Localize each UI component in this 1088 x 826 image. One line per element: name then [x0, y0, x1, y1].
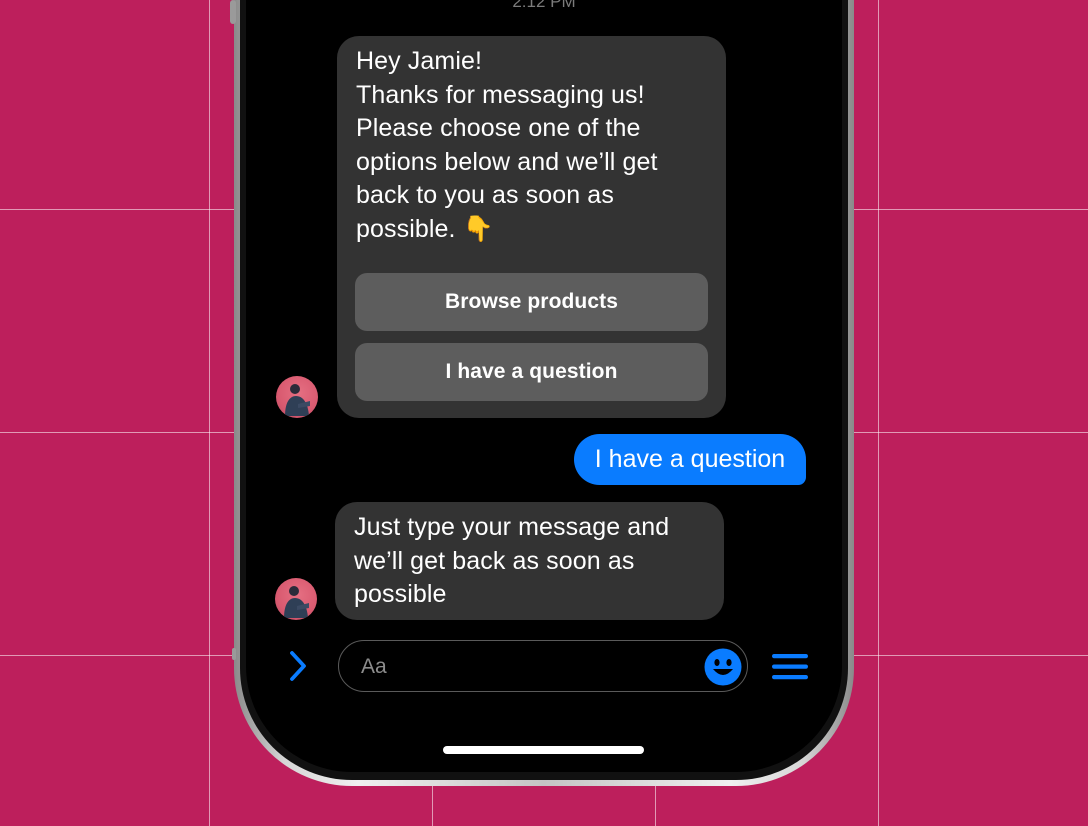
background-gridline — [209, 0, 210, 826]
menu-icon[interactable] — [771, 652, 809, 687]
bot-followup-text: Just type your message and we’ll get bac… — [354, 513, 670, 608]
message-timestamp: 2:12 PM — [512, 0, 576, 11]
phone-side-button — [232, 648, 236, 660]
message-composer[interactable] — [338, 640, 748, 692]
user-message-bubble: I have a question — [574, 434, 806, 485]
background-gridline — [878, 0, 879, 826]
smiley-icon[interactable] — [704, 648, 742, 691]
message-input[interactable] — [359, 653, 693, 681]
bot-avatar — [276, 376, 318, 418]
bot-greeting-text: Hey Jamie! Thanks for messaging us! Plea… — [356, 47, 658, 243]
browse-products-button[interactable]: Browse products — [355, 273, 708, 331]
have-question-button[interactable]: I have a question — [355, 343, 708, 401]
home-indicator[interactable] — [443, 746, 644, 754]
bot-greeting-bubble: Hey Jamie! Thanks for messaging us! Plea… — [337, 36, 726, 418]
bot-followup-bubble: Just type your message and we’ll get bac… — [335, 502, 724, 620]
chevron-right-icon[interactable] — [284, 648, 310, 689]
bot-avatar — [275, 578, 317, 620]
